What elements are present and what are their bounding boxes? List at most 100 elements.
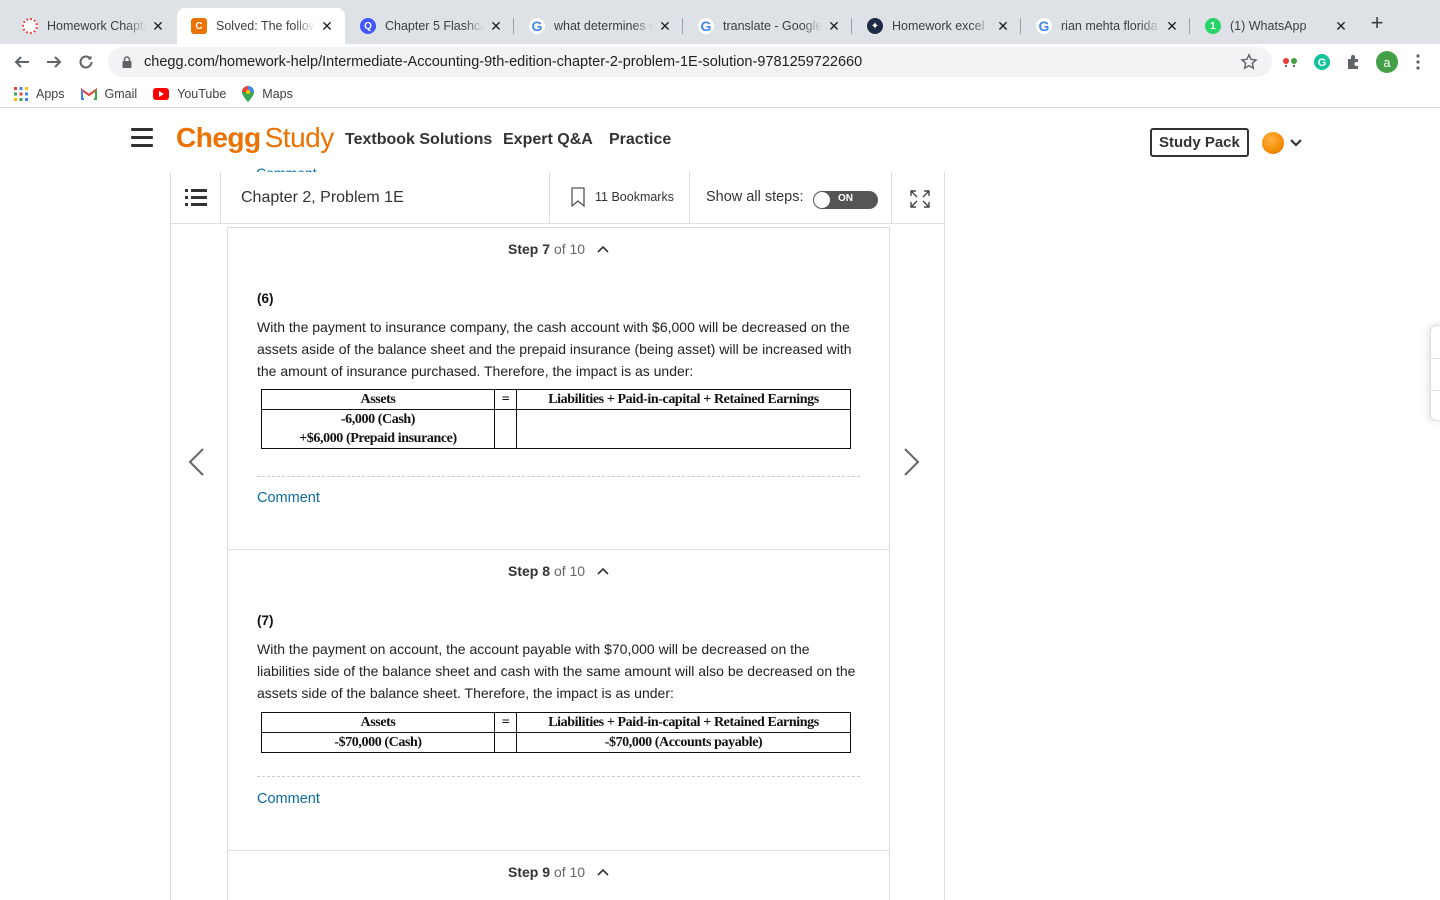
next-step-arrow-icon[interactable] [901, 447, 921, 477]
comment-link[interactable]: Comment [257, 490, 320, 506]
browser-tab-active[interactable]: C Solved: The follow ✕ [177, 8, 345, 44]
youtube-icon [153, 87, 170, 100]
profile-initial: a [1383, 54, 1391, 70]
steps-column: Step 7 of 10 (6) With the payment to ins… [227, 227, 890, 900]
header-liabilities: Liabilities + Paid-in-capital + Retained… [516, 389, 851, 410]
bookmarks-button[interactable]: 11 Bookmarks [571, 187, 674, 207]
equals-cell [494, 732, 517, 753]
extensions-puzzle-icon[interactable] [1344, 52, 1364, 72]
expand-fullscreen-icon[interactable] [909, 189, 931, 214]
new-tab-button[interactable]: + [1365, 12, 1389, 36]
browser-tab[interactable]: Q Chapter 5 Flashca ✕ [346, 8, 514, 44]
browser-tab[interactable]: 1 (1) WhatsApp ✕ [1191, 8, 1359, 44]
bookmark-star-icon[interactable] [1240, 53, 1258, 75]
step-separator [228, 549, 889, 550]
step-header[interactable]: Step 9 of 10 [228, 864, 889, 880]
reload-button[interactable] [74, 50, 98, 74]
liabilities-cell [516, 409, 851, 449]
study-pack-button[interactable]: Study Pack [1150, 128, 1249, 157]
user-avatar[interactable] [1262, 132, 1284, 154]
url-text: chegg.com/homework-help/Intermediate-Acc… [144, 54, 863, 70]
chegg-header: Chegg Study Textbook Solutions Expert Q&A… [0, 110, 1440, 170]
header-assets: Assets [261, 389, 495, 410]
browser-tab[interactable]: G translate - Google ✕ [684, 8, 852, 44]
side-drawer-tab[interactable] [1430, 325, 1440, 421]
lock-icon [122, 56, 132, 68]
address-bar[interactable]: chegg.com/homework-help/Intermediate-Acc… [108, 47, 1272, 77]
equals-cell [494, 409, 517, 449]
step-separator [228, 850, 889, 851]
maps-icon [242, 85, 255, 102]
toggle-knob [814, 192, 830, 208]
bookmark-label: Maps [262, 86, 293, 101]
google-favicon-icon: G [698, 18, 714, 34]
step-word: Step [508, 241, 539, 257]
svg-text:G: G [1318, 57, 1327, 69]
tab-close-icon[interactable]: ✕ [1164, 18, 1180, 35]
browser-toolbar: chegg.com/homework-help/Intermediate-Acc… [0, 44, 1440, 80]
tab-close-icon[interactable]: ✕ [1333, 18, 1349, 35]
nav-expert-qa[interactable]: Expert Q&A [503, 131, 593, 149]
browser-tab[interactable]: Homework Chapter ✕ [8, 8, 176, 44]
problem-title: Chapter 2, Problem 1E [241, 189, 404, 206]
openai-favicon-icon: ✦ [867, 18, 883, 34]
tab-close-icon[interactable]: ✕ [488, 18, 504, 35]
gmail-icon [80, 87, 97, 100]
header-liabilities: Liabilities + Paid-in-capital + Retained… [516, 712, 851, 733]
chegg-study-logo[interactable]: Chegg Study [176, 122, 334, 154]
back-button[interactable] [10, 50, 34, 74]
forward-arrow-icon [47, 56, 62, 68]
previous-step-arrow-icon[interactable] [187, 447, 207, 477]
extension-glasses-icon[interactable] [1280, 52, 1300, 72]
tab-title: what determines c [554, 19, 653, 33]
tab-close-icon[interactable]: ✕ [657, 18, 673, 35]
grammarly-extension-icon[interactable]: G [1312, 52, 1332, 72]
steps-list-icon[interactable] [185, 189, 207, 207]
assets-cell: -6,000 (Cash) +$6,000 (Prepaid insurance… [261, 409, 495, 449]
bookmark-maps[interactable]: Maps [242, 85, 293, 102]
bookmark-icon [571, 187, 585, 207]
browser-tab[interactable]: G rian mehta florida ✕ [1022, 8, 1190, 44]
step-header[interactable]: Step 7 of 10 [228, 241, 889, 257]
step-header[interactable]: Step 8 of 10 [228, 563, 889, 579]
chevron-up-icon [597, 567, 609, 575]
browser-tab[interactable]: ✦ Homework excel ✕ [853, 8, 1021, 44]
step-number: 7 [542, 241, 551, 257]
header-assets: Assets [261, 712, 495, 733]
assets-line: +$6,000 (Prepaid insurance) [299, 431, 457, 446]
browser-tabstrip: Homework Chapter ✕ C Solved: The follow … [0, 0, 1440, 44]
dashed-divider [257, 776, 860, 777]
profile-avatar[interactable]: a [1376, 51, 1398, 73]
comment-link[interactable]: Comment [257, 791, 320, 807]
tab-close-icon[interactable]: ✕ [319, 18, 335, 35]
bookmark-label: Gmail [104, 86, 138, 101]
google-favicon-icon: G [1036, 18, 1052, 34]
show-all-steps-toggle[interactable]: ON [813, 191, 878, 209]
header-equals: = [494, 389, 517, 410]
bookmark-apps[interactable]: Apps [14, 86, 65, 101]
tab-close-icon[interactable]: ✕ [826, 18, 842, 35]
item-number: (7) [257, 613, 274, 628]
chevron-up-icon [597, 245, 609, 253]
chevron-down-icon[interactable] [1289, 135, 1303, 153]
tab-close-icon[interactable]: ✕ [150, 18, 166, 35]
nav-textbook-solutions[interactable]: Textbook Solutions [345, 131, 492, 149]
reload-icon [79, 55, 93, 69]
tab-title: Homework Chapter [47, 19, 146, 33]
step-number: 9 [542, 864, 551, 880]
forward-button[interactable] [42, 50, 66, 74]
browser-tab[interactable]: G what determines c ✕ [515, 8, 683, 44]
nav-practice[interactable]: Practice [609, 131, 671, 149]
solution-panel: Chapter 2, Problem 1E 11 Bookmarks Show … [170, 172, 945, 900]
chevron-up-icon [597, 868, 609, 876]
hamburger-menu-icon[interactable] [131, 128, 153, 148]
bookmark-gmail[interactable]: Gmail [80, 86, 138, 101]
dashed-divider [257, 476, 860, 477]
tab-close-icon[interactable]: ✕ [995, 18, 1011, 35]
chegg-favicon-icon: C [191, 18, 207, 34]
assets-cell: -$70,000 (Cash) [261, 732, 495, 753]
logo-chegg: Chegg [176, 122, 261, 153]
browser-menu-icon[interactable] [1408, 52, 1428, 72]
google-favicon-icon: G [529, 18, 545, 34]
bookmark-youtube[interactable]: YouTube [153, 87, 226, 101]
